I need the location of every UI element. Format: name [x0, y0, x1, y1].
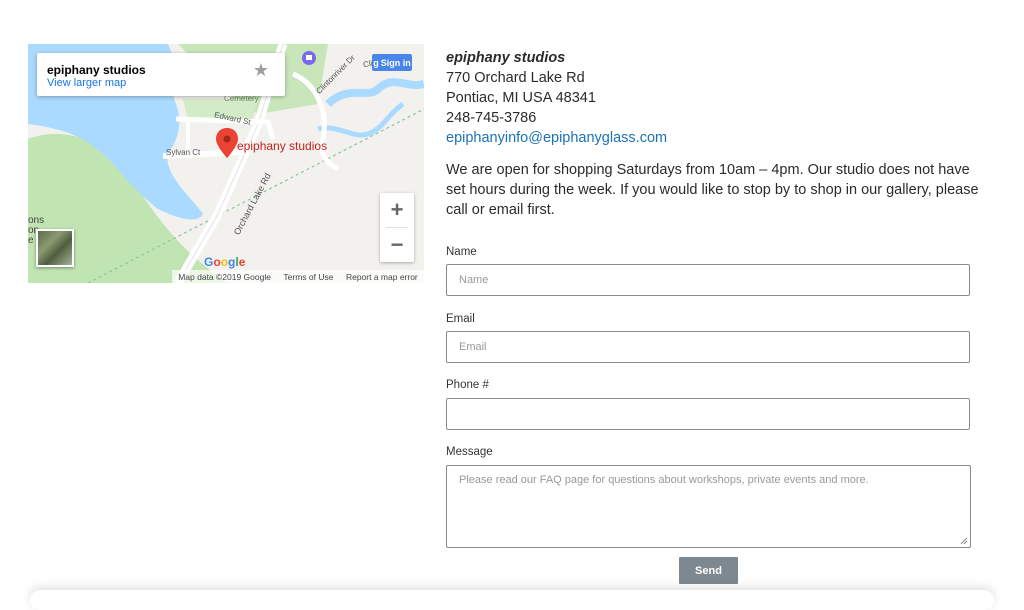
email-input[interactable]: Email — [446, 331, 970, 363]
send-button[interactable]: Send — [679, 557, 738, 584]
studio-name: epiphany studios — [446, 50, 566, 66]
embedded-map[interactable]: epiphany studios Sylvan Ct Edward St Orc… — [28, 44, 424, 283]
road-label-sylvan: Sylvan Ct — [166, 148, 201, 157]
zoom-out-button[interactable]: − — [380, 228, 414, 262]
map-footer: Map data ©2019 Google Terms of Use Repor… — [172, 270, 424, 283]
google-sign-in-button[interactable]: g Sign in — [372, 54, 412, 71]
map-marker-label[interactable]: epiphany studios — [237, 139, 327, 153]
view-larger-map-link[interactable]: View larger map — [47, 77, 126, 89]
resize-handle-icon[interactable] — [960, 537, 968, 545]
address-line-2: Pontiac, MI USA 48341 — [446, 90, 596, 106]
message-label: Message — [446, 446, 493, 458]
hours-text: We are open for shopping Saturdays from … — [446, 162, 979, 218]
map-place-card: epiphany studios View larger map ★ — [37, 53, 285, 96]
zoom-in-button[interactable]: + — [380, 193, 414, 227]
phone-number: 248-745-3786 — [446, 110, 537, 126]
poi-icon[interactable] — [302, 51, 316, 65]
report-map-error-link[interactable]: Report a map error — [346, 272, 418, 282]
name-label: Name — [446, 246, 477, 258]
phone-input[interactable] — [446, 398, 970, 430]
message-textarea[interactable]: Please read our FAQ page for questions a… — [446, 465, 971, 548]
sign-in-label: Sign in — [380, 57, 411, 68]
email-link[interactable]: epiphanyinfo@epiphanyglass.com — [446, 130, 667, 146]
google-logo[interactable]: Google — [204, 255, 245, 269]
map-data-attribution: Map data ©2019 Google — [178, 271, 271, 282]
phone-label: Phone # — [446, 379, 489, 391]
map-place-name: epiphany studios — [47, 63, 146, 77]
star-icon[interactable]: ★ — [253, 61, 269, 79]
satellite-toggle-thumbnail[interactable] — [36, 229, 74, 267]
terms-of-use-link[interactable]: Terms of Use — [283, 272, 333, 282]
message-placeholder: Please read our FAQ page for questions a… — [459, 474, 869, 486]
footer-panel-edge — [30, 590, 994, 610]
google-plus-icon: g — [373, 57, 379, 68]
zoom-control: + − — [380, 193, 414, 262]
name-input[interactable]: Name — [446, 264, 970, 296]
email-label: Email — [446, 313, 475, 325]
address-line-1: 770 Orchard Lake Rd — [446, 70, 585, 86]
contact-info: epiphany studios 770 Orchard Lake Rd Pon… — [446, 48, 986, 220]
